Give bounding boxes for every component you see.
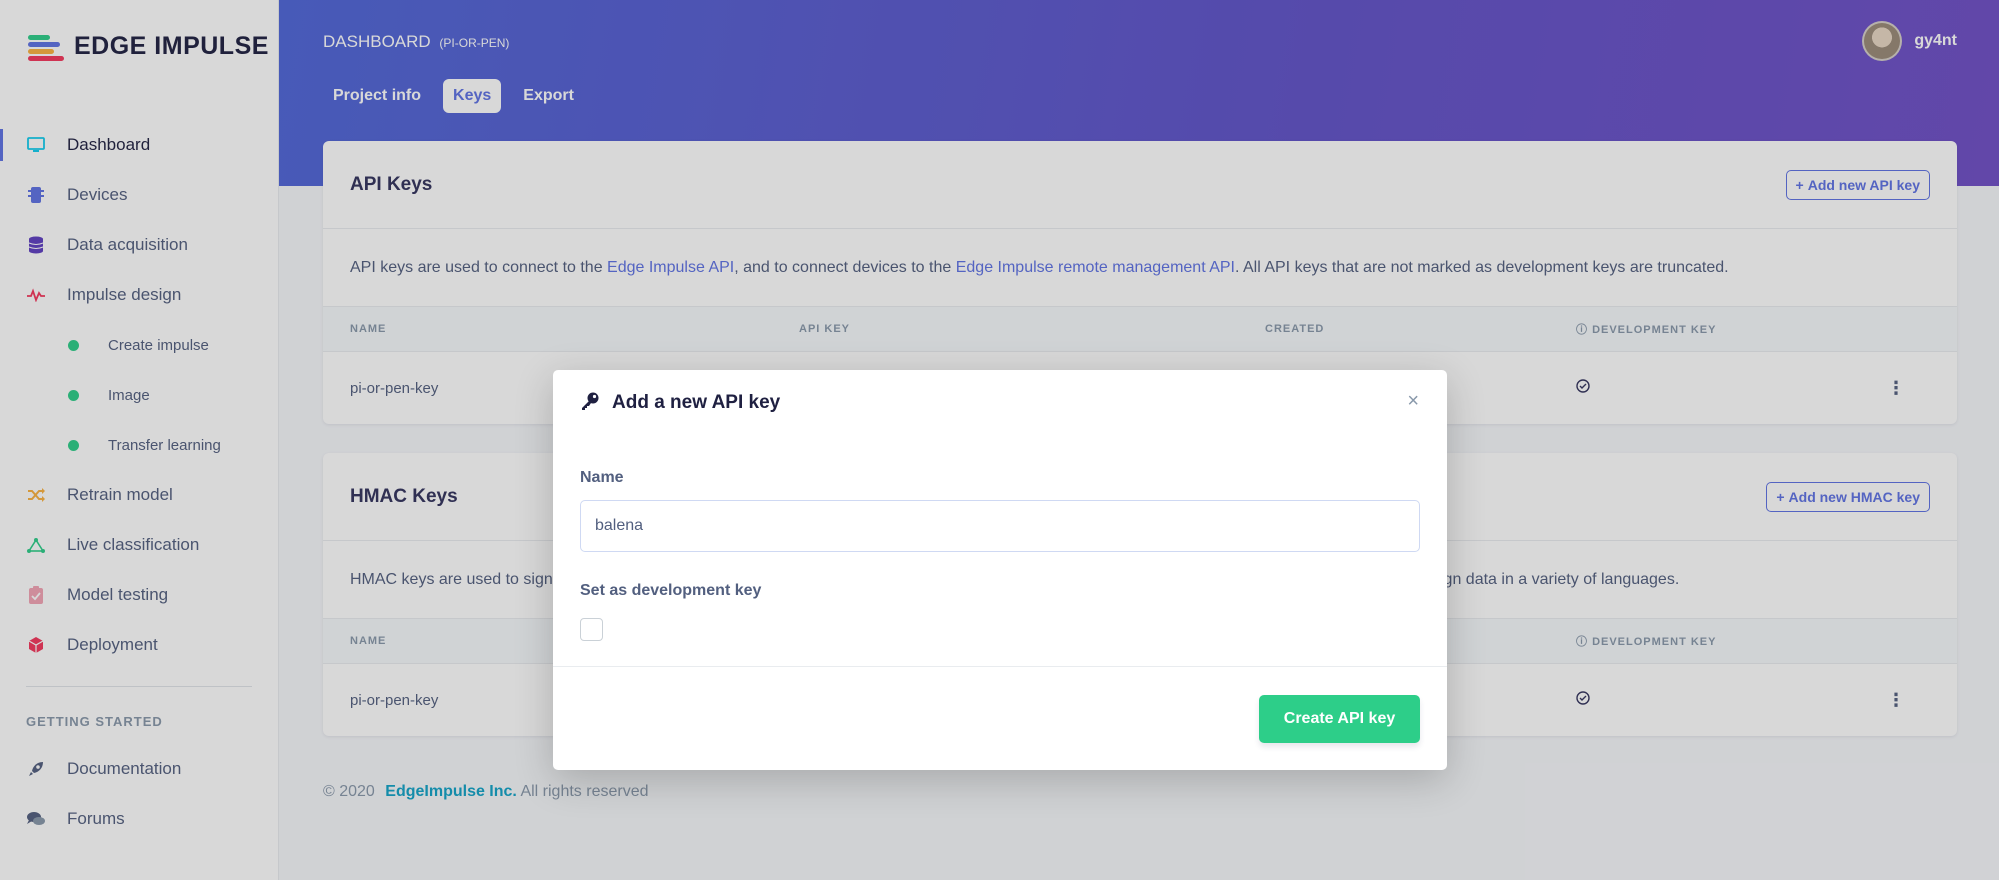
add-api-key-modal: Add a new API key × Name Set as developm… <box>553 370 1447 770</box>
modal-title: Add a new API key <box>612 392 781 413</box>
close-icon[interactable]: × <box>1407 390 1419 413</box>
modal-divider <box>553 666 1447 667</box>
development-key-label: Set as development key <box>580 582 762 599</box>
development-key-checkbox[interactable] <box>580 618 603 641</box>
create-api-key-button[interactable]: Create API key <box>1259 695 1420 743</box>
key-icon <box>580 391 600 416</box>
modal-header: Add a new API key <box>553 370 1447 436</box>
name-label: Name <box>580 469 624 486</box>
api-key-name-input[interactable] <box>580 500 1420 552</box>
